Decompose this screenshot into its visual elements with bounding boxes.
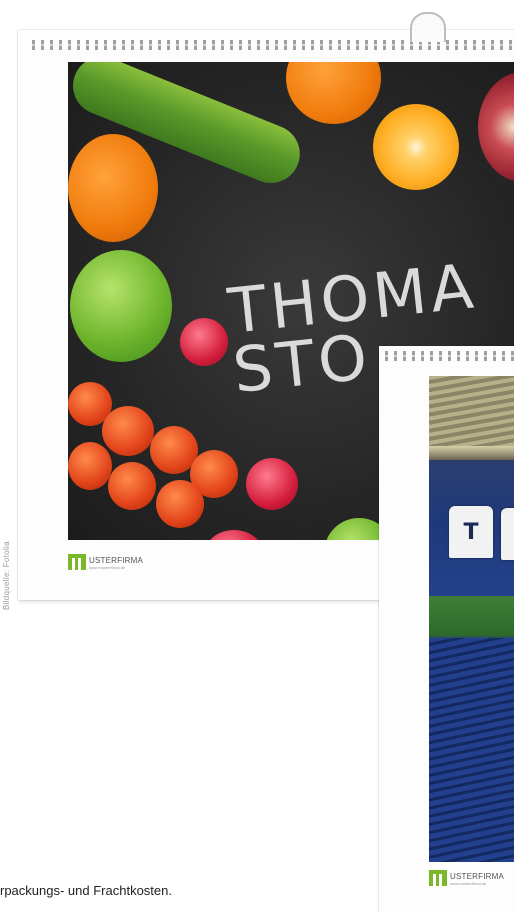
radish-image-2 bbox=[246, 458, 298, 510]
brand-mark-icon bbox=[68, 554, 86, 570]
calendar-preview-stadium[interactable]: T U USTERFIRMA www.musterfirma.de bbox=[379, 346, 514, 912]
brand-logo: USTERFIRMA www.musterfirma.de bbox=[429, 870, 504, 886]
tomato-image-7 bbox=[156, 480, 204, 528]
tomato-image-2 bbox=[102, 406, 154, 456]
brand-name: USTERFIRMA bbox=[89, 556, 143, 565]
page: Bildquelle: Fotolia THOMA STO USTERFIRMA… bbox=[0, 0, 514, 912]
brand-url: www.musterfirma.de bbox=[450, 881, 487, 886]
chalk-text-line2: STO bbox=[229, 319, 375, 408]
stadium-pitch bbox=[429, 596, 514, 636]
stadium-seats bbox=[429, 638, 514, 862]
pomegranate-image bbox=[478, 72, 514, 182]
calendar-hanger bbox=[410, 12, 446, 42]
orange-half-image bbox=[373, 104, 459, 190]
green-apple-image bbox=[70, 250, 172, 362]
caption-text: rpackungs- und Frachtkosten. bbox=[0, 883, 172, 898]
calendar-photo-stadium: T U bbox=[429, 376, 514, 862]
side-credit-text: Bildquelle: Fotolia bbox=[2, 541, 11, 610]
jersey-image-2: U bbox=[501, 508, 514, 560]
orange-left-image bbox=[68, 134, 158, 242]
orange-image bbox=[286, 62, 381, 124]
stadium-roof-lights bbox=[429, 446, 514, 460]
radish-image-3 bbox=[204, 530, 264, 540]
radish-image bbox=[180, 318, 228, 366]
brand-url: www.musterfirma.de bbox=[89, 565, 126, 570]
brand-name: USTERFIRMA bbox=[450, 872, 504, 881]
jersey-image: T bbox=[449, 506, 493, 558]
stadium-roof bbox=[429, 376, 514, 454]
spiral-binding bbox=[385, 351, 514, 361]
tomato-image-6 bbox=[108, 462, 156, 510]
tomato-image-5 bbox=[68, 442, 112, 490]
brand-mark-icon bbox=[429, 870, 447, 886]
jersey-letter: T bbox=[463, 519, 479, 545]
brand-logo: USTERFIRMA www.musterfirma.de bbox=[68, 554, 143, 570]
